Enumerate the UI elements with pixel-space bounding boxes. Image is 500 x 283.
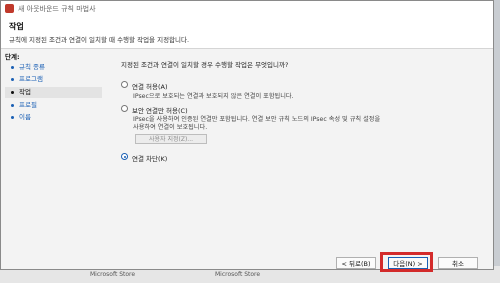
step-action[interactable]: 작업 bbox=[5, 87, 102, 98]
allow-secure-radio[interactable] bbox=[121, 105, 128, 112]
step-label: 프로그램 bbox=[19, 75, 43, 83]
page-title: 작업 bbox=[9, 22, 24, 31]
option-label: 연결 허용(A) bbox=[132, 83, 168, 91]
bullet-icon bbox=[11, 104, 14, 107]
bullet-icon bbox=[11, 116, 14, 119]
background-item: Microsoft Store bbox=[215, 271, 261, 278]
option-description: 사용하여 연결이 보호됩니다. bbox=[133, 124, 208, 131]
step-label: 이름 bbox=[19, 113, 31, 121]
wizard-window: 새 아웃바운드 규칙 마법사 작업 규칙에 지정된 조건과 연결이 일치할 때 … bbox=[0, 0, 494, 270]
option-description: IPsec으로 보호되는 연결과 보호되지 않은 연결이 포함됩니다. bbox=[133, 93, 294, 100]
step-profile[interactable]: 프로필 bbox=[5, 100, 102, 111]
window-title: 새 아웃바운드 규칙 마법사 bbox=[18, 5, 96, 13]
step-program[interactable]: 프로그램 bbox=[5, 74, 102, 85]
step-rule-type[interactable]: 규칙 종류 bbox=[5, 62, 102, 73]
block-radio[interactable] bbox=[121, 153, 128, 160]
step-name[interactable]: 이름 bbox=[5, 112, 102, 123]
option-label: 연결 차단(K) bbox=[132, 155, 168, 163]
bullet-icon bbox=[11, 66, 14, 69]
bullet-icon bbox=[11, 91, 14, 94]
title-bar[interactable]: 새 아웃바운드 규칙 마법사 bbox=[1, 1, 493, 17]
bullet-icon bbox=[11, 78, 14, 81]
steps-label: 단계: bbox=[5, 53, 20, 61]
content-panel: 지정된 조건과 연결이 일치할 경우 수행할 작업은 무엇입니까? 연결 허용(… bbox=[109, 49, 489, 269]
next-button-highlight bbox=[380, 252, 433, 272]
step-label: 작업 bbox=[19, 88, 31, 96]
back-button[interactable]: < 뒤로(B) bbox=[336, 257, 376, 269]
customize-button[interactable]: 사용자 지정(Z)... bbox=[135, 134, 207, 144]
cancel-button[interactable]: 취소 bbox=[438, 257, 478, 269]
page-subtitle: 규칙에 지정된 조건과 연결이 일치할 때 수행할 작업을 지정합니다. bbox=[9, 36, 190, 44]
allow-radio[interactable] bbox=[121, 81, 128, 88]
step-label: 프로필 bbox=[19, 101, 37, 109]
page-header: 작업 규칙에 지정된 조건과 연결이 일치할 때 수행할 작업을 지정합니다. bbox=[1, 16, 493, 49]
action-question: 지정된 조건과 연결이 일치할 경우 수행할 작업은 무엇입니까? bbox=[121, 61, 289, 69]
firewall-icon bbox=[5, 4, 14, 13]
background-item: Microsoft Store bbox=[90, 271, 136, 278]
steps-panel: 단계: 규칙 종류 프로그램 작업 프로필 이름 bbox=[1, 49, 105, 269]
step-label: 규칙 종류 bbox=[19, 63, 45, 71]
